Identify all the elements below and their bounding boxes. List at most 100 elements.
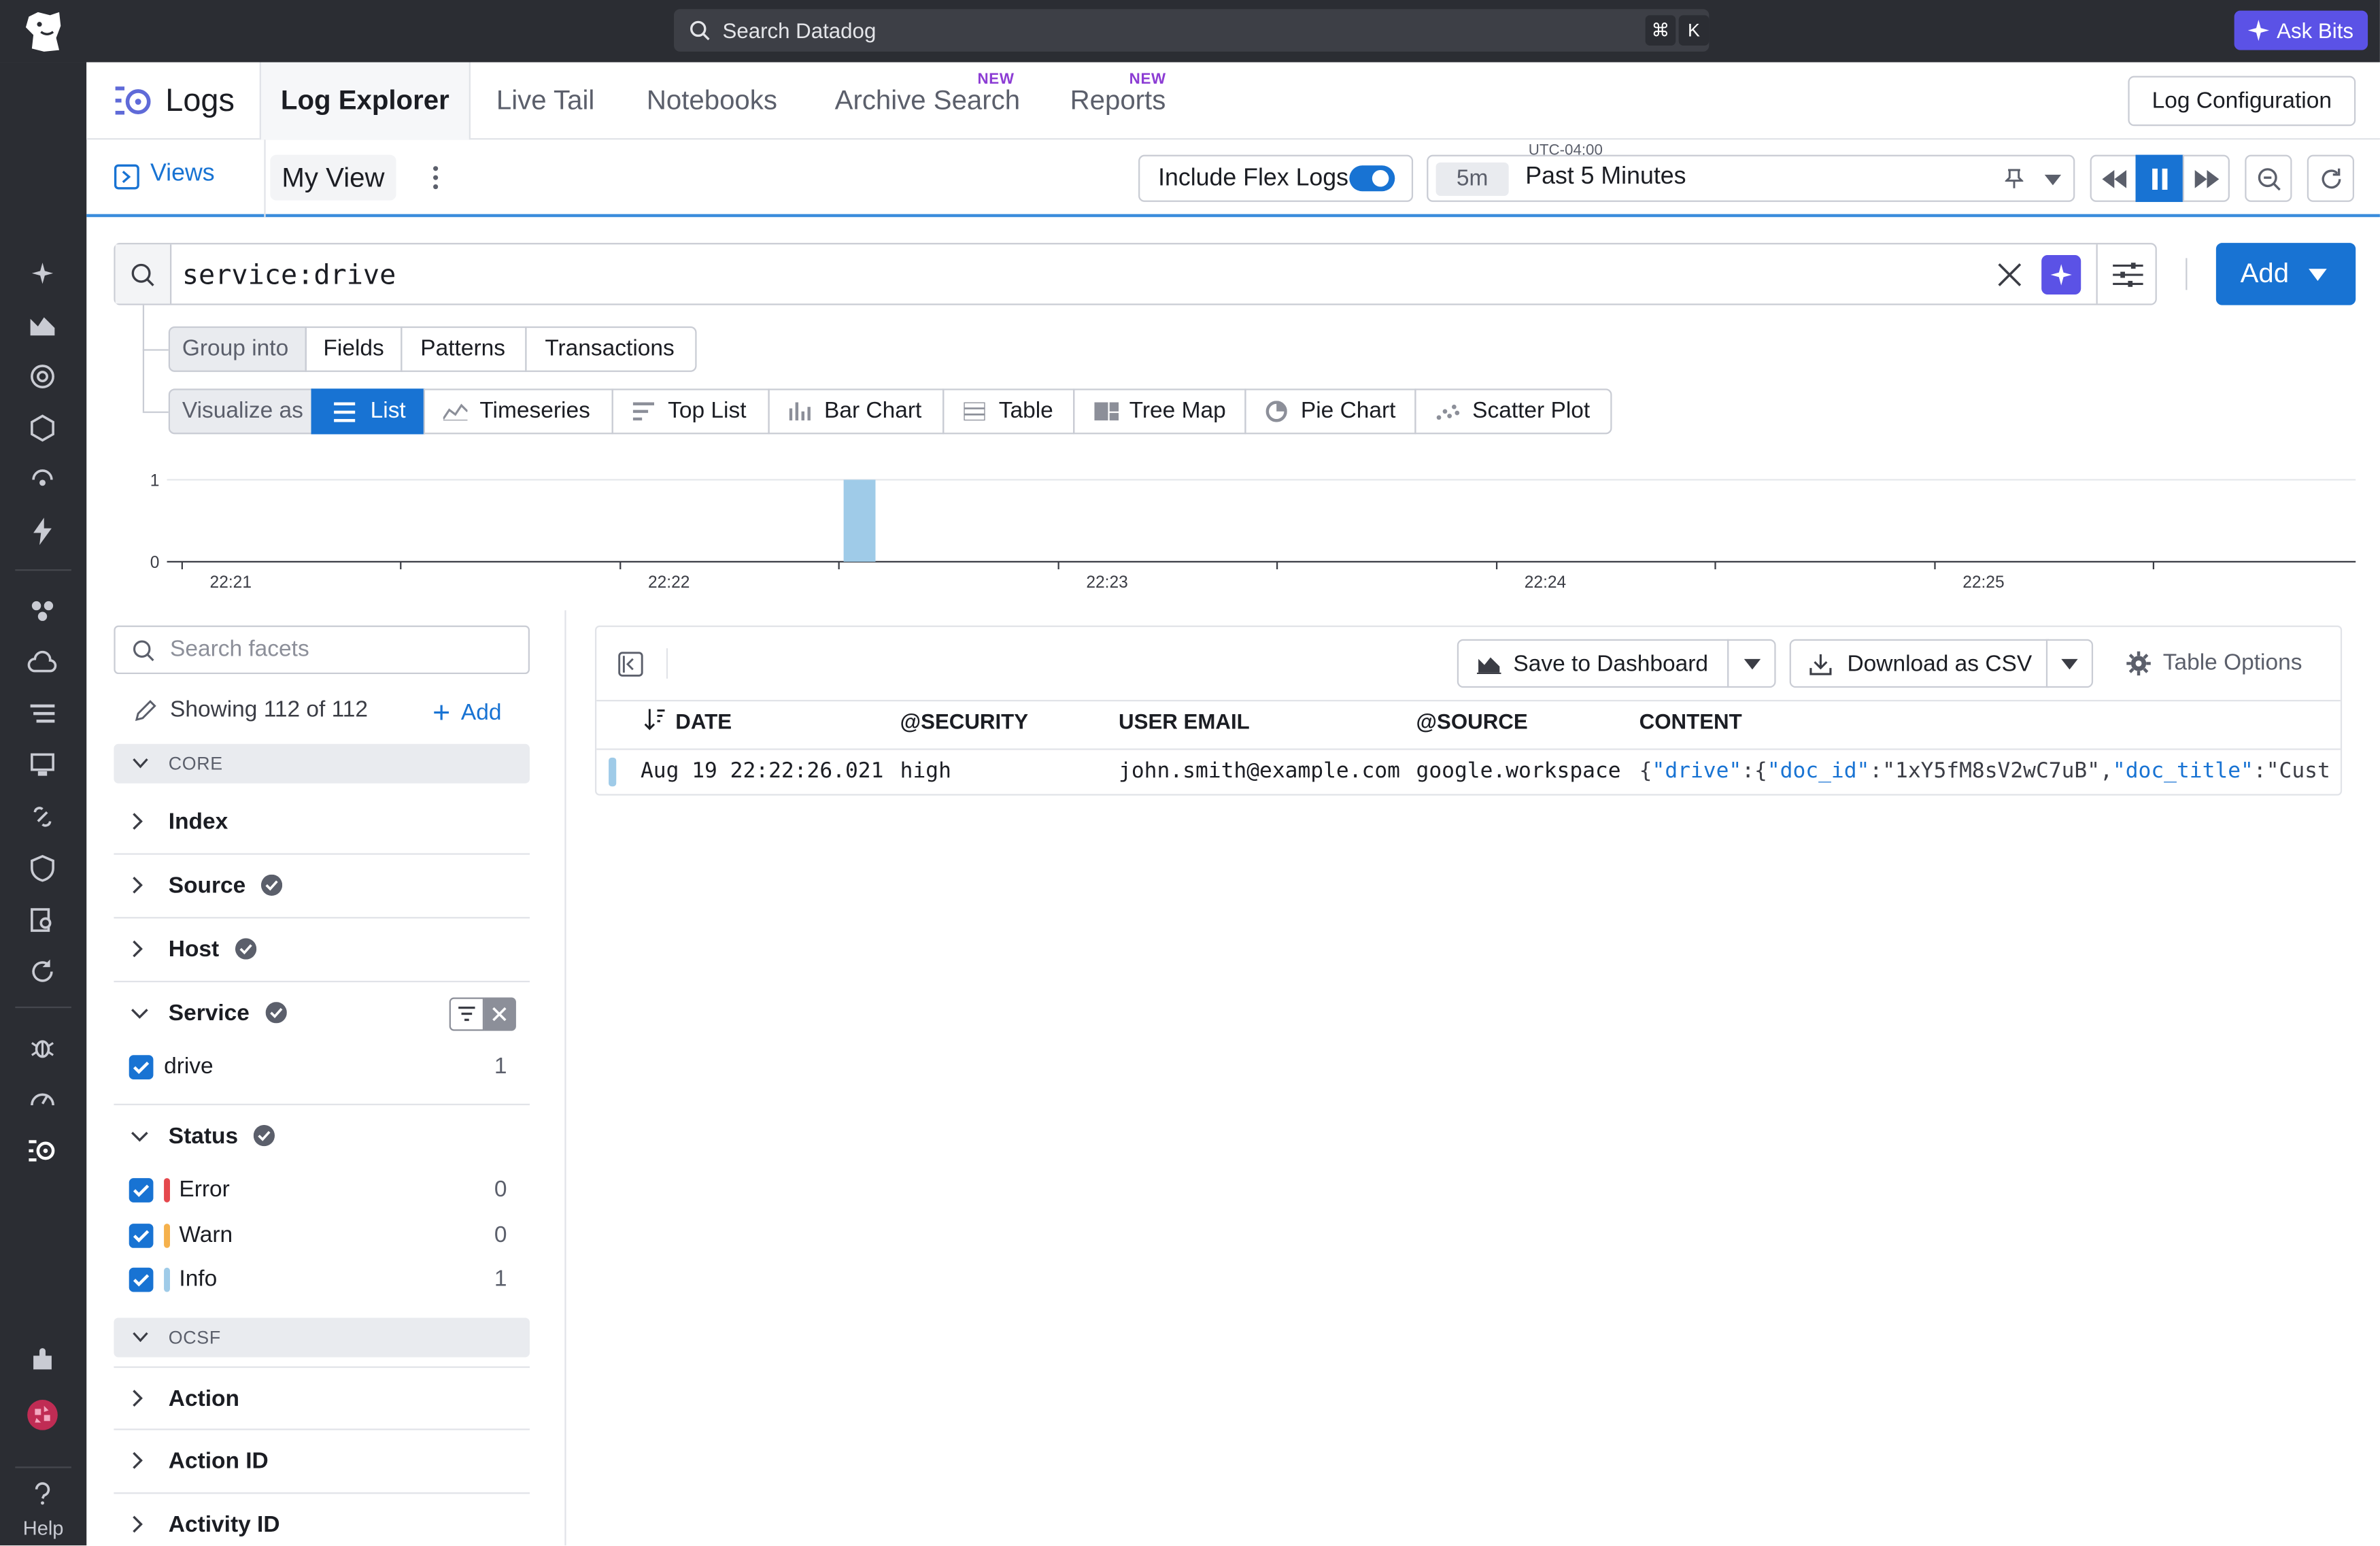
column-content[interactable]: CONTENT (1639, 709, 1742, 733)
ask-bits-button[interactable]: Ask Bits (2234, 10, 2368, 50)
column-user-email[interactable]: USER EMAIL (1119, 709, 1250, 733)
sort-desc-icon[interactable] (643, 709, 665, 730)
column-date[interactable]: DATE (675, 709, 732, 733)
plus-icon: + (432, 696, 451, 730)
facet-status[interactable]: Status (114, 1105, 530, 1169)
help-label[interactable]: Help (0, 1517, 86, 1539)
column-security[interactable]: @SECURITY (900, 709, 1028, 733)
x-tick-label: 22:23 (1086, 573, 1127, 592)
cloud-nav-icon[interactable] (26, 645, 59, 679)
facet-source[interactable]: Source (114, 855, 530, 919)
column-source[interactable]: @SOURCE (1416, 709, 1528, 733)
viz-bar-chart[interactable]: Bar Chart (768, 388, 945, 435)
viz-timeseries[interactable]: Timeseries (423, 388, 613, 435)
apm-nav-icon[interactable] (26, 463, 59, 497)
gear-icon[interactable] (2126, 651, 2151, 676)
facet-activity-id[interactable]: Activity ID (114, 1494, 530, 1545)
integrations-nav-icon[interactable] (26, 1343, 59, 1377)
dashboard-nav-icon[interactable] (26, 308, 59, 341)
gauge-nav-icon[interactable] (26, 1082, 59, 1115)
my-view-selector[interactable]: My View (270, 154, 396, 201)
facet-service[interactable]: Service (114, 982, 530, 1046)
lightning-nav-icon[interactable] (26, 515, 59, 548)
checkbox-checked-icon[interactable] (129, 1224, 154, 1248)
shortcut-key: K (1678, 15, 1710, 46)
viz-tree-map[interactable]: Tree Map (1073, 388, 1246, 435)
tab-live-tail[interactable]: Live Tail (496, 63, 594, 140)
query-options-button[interactable] (2096, 244, 2157, 304)
collapse-facets-icon[interactable] (617, 652, 643, 677)
link-nav-icon[interactable] (26, 800, 59, 833)
top-bar: Search Datadog ⌘ K Ask Bits (0, 0, 2380, 63)
group-transactions[interactable]: Transactions (525, 326, 697, 372)
search-doc-nav-icon[interactable] (26, 903, 59, 937)
tab-log-explorer[interactable]: Log Explorer (259, 62, 471, 140)
datadog-logo-icon[interactable] (20, 7, 68, 56)
viz-top-list[interactable]: Top List (611, 388, 770, 435)
facet-value-warn[interactable]: Warn 0 (127, 1217, 515, 1254)
add-button[interactable]: Add (2215, 243, 2356, 305)
download-csv-menu[interactable] (2045, 639, 2094, 688)
checkbox-checked-icon[interactable] (129, 1178, 154, 1203)
facet-value-error[interactable]: Error 0 (127, 1172, 515, 1209)
save-to-dashboard-menu[interactable] (1727, 639, 1776, 688)
pin-icon[interactable] (2005, 169, 2024, 190)
flex-logs-toggle[interactable] (1349, 165, 1395, 192)
checkbox-checked-icon[interactable] (129, 1267, 154, 1292)
log-configuration-button[interactable]: Log Configuration (2128, 75, 2356, 127)
clear-query-icon[interactable] (1997, 263, 2022, 287)
tab-notebooks[interactable]: Notebooks (647, 63, 777, 140)
rewind-button[interactable] (2090, 154, 2137, 202)
fast-forward-button[interactable] (2182, 154, 2230, 202)
facet-value-info[interactable]: Info 1 (127, 1262, 515, 1298)
table-options-button[interactable]: Table Options (2163, 650, 2302, 675)
save-to-dashboard-button[interactable]: Save to Dashboard (1457, 639, 1729, 688)
filter-icon[interactable] (449, 997, 485, 1031)
facet-action-id[interactable]: Action ID (114, 1430, 530, 1494)
refresh-button[interactable] (2307, 154, 2354, 202)
chevron-right-icon (132, 1451, 143, 1470)
status-warn-swatch (164, 1224, 170, 1248)
pencil-icon[interactable] (133, 699, 158, 723)
checkbox-checked-icon[interactable] (129, 1055, 154, 1080)
global-search-input[interactable]: Search Datadog ⌘ K (674, 9, 1710, 52)
group-patterns[interactable]: Patterns (401, 326, 527, 372)
group-fields[interactable]: Fields (305, 326, 403, 372)
facet-host[interactable]: Host (114, 918, 530, 983)
logs-product-icon (114, 82, 153, 122)
viz-scatter-plot[interactable]: Scatter Plot (1414, 388, 1612, 435)
infrastructure-nav-icon[interactable] (26, 411, 59, 445)
views-button[interactable]: Views (150, 161, 215, 188)
security-nav-icon[interactable] (26, 852, 59, 885)
add-facet-button[interactable]: + Add (432, 697, 501, 732)
services-nav-icon[interactable] (26, 594, 59, 627)
help-icon[interactable] (26, 1477, 59, 1511)
refresh-nav-icon[interactable] (26, 955, 59, 988)
facet-index[interactable]: Index (114, 791, 530, 855)
download-csv-button[interactable]: Download as CSV (1789, 639, 2050, 688)
search-icon (132, 639, 154, 662)
ai-assist-button[interactable] (2041, 254, 2081, 295)
digital-experience-nav-icon[interactable] (26, 748, 59, 782)
viz-list[interactable]: List (311, 388, 425, 435)
viz-pie-chart[interactable]: Pie Chart (1244, 388, 1416, 435)
query-input[interactable]: service:drive (182, 260, 396, 292)
time-range-picker[interactable]: 5m Past 5 Minutes (1427, 154, 2075, 202)
facet-value-drive[interactable]: drive 1 (127, 1049, 515, 1086)
logs-nav-icon[interactable] (26, 1134, 59, 1167)
viz-table[interactable]: Table (942, 388, 1075, 435)
pause-button[interactable] (2135, 154, 2184, 202)
facet-action[interactable]: Action (114, 1366, 530, 1430)
search-facets-input[interactable]: Search facets (114, 625, 530, 675)
zoom-out-button[interactable] (2245, 154, 2292, 202)
more-options-icon[interactable] (431, 164, 440, 191)
facet-section-core[interactable]: CORE (114, 743, 530, 784)
bug-nav-icon[interactable] (26, 1031, 59, 1064)
monitors-nav-icon[interactable] (26, 360, 59, 393)
sparkle-nav-icon[interactable] (26, 256, 59, 290)
user-avatar[interactable] (26, 1398, 59, 1432)
chevron-down-icon[interactable] (2044, 174, 2062, 186)
logs-stack-nav-icon[interactable] (26, 697, 59, 730)
clear-filter-icon[interactable] (484, 997, 516, 1031)
facet-section-ocsf[interactable]: OCSF (114, 1317, 530, 1358)
